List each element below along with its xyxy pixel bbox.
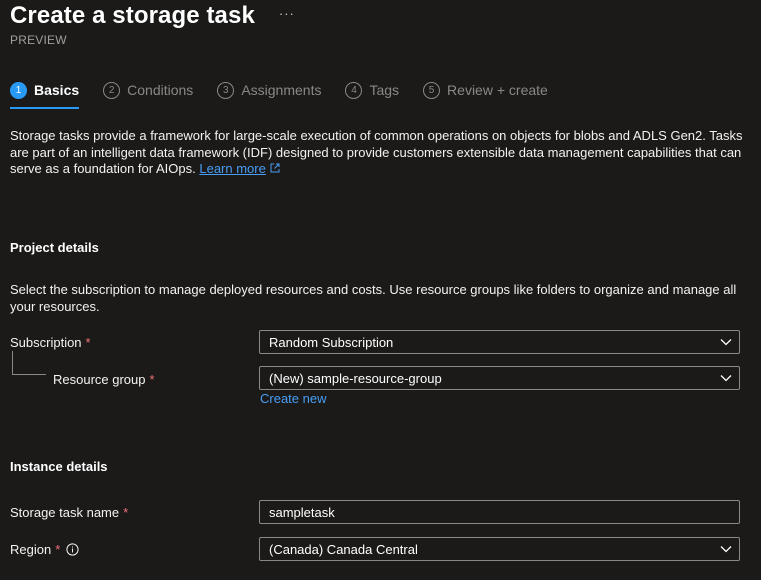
chevron-down-icon <box>720 546 732 553</box>
tree-connector-vertical <box>12 351 13 374</box>
required-asterisk: * <box>149 372 155 387</box>
external-link-icon <box>270 163 280 173</box>
subscription-value: Random Subscription <box>269 334 394 350</box>
more-options-button[interactable]: ··· <box>279 6 295 21</box>
tab-label: Review + create <box>447 82 548 98</box>
region-dropdown[interactable]: (Canada) Canada Central <box>259 537 740 561</box>
step-number-badge: 4 <box>345 81 363 99</box>
subscription-label: Subscription * <box>10 335 91 350</box>
chevron-down-icon <box>720 339 732 346</box>
create-new-resource-group-link[interactable]: Create new <box>260 391 326 406</box>
resource-group-label-text: Resource group <box>53 372 146 387</box>
tab-label: Conditions <box>127 82 194 98</box>
intro-text: Storage tasks provide a framework for la… <box>10 128 743 176</box>
region-label-text: Region <box>10 542 52 557</box>
step-number-badge: 5 <box>423 81 441 99</box>
resource-group-dropdown[interactable]: (New) sample-resource-group <box>259 366 740 390</box>
project-details-heading: Project details <box>10 240 99 255</box>
preview-label: PREVIEW <box>10 33 67 47</box>
region-value: (Canada) Canada Central <box>269 541 418 557</box>
tab-assignments[interactable]: 3 Assignments <box>217 78 321 102</box>
required-asterisk: * <box>85 335 91 350</box>
tab-label: Basics <box>34 82 80 98</box>
step-number-badge: 1 <box>10 81 27 99</box>
required-asterisk: * <box>123 505 129 520</box>
subscription-label-text: Subscription <box>10 335 82 350</box>
instance-details-heading: Instance details <box>10 459 108 474</box>
step-number-badge: 2 <box>103 81 121 99</box>
title-row: Create a storage task ··· <box>10 2 295 30</box>
storage-task-name-label: Storage task name * <box>10 505 128 520</box>
tab-label: Tags <box>369 82 400 98</box>
subscription-dropdown[interactable]: Random Subscription <box>259 330 740 354</box>
tab-conditions[interactable]: 2 Conditions <box>103 78 193 102</box>
required-asterisk: * <box>55 542 61 557</box>
resource-group-value: (New) sample-resource-group <box>269 370 442 386</box>
tab-review-create[interactable]: 5 Review + create <box>423 78 548 102</box>
storage-task-name-value: sampletask <box>269 504 335 520</box>
storage-task-name-input[interactable]: sampletask <box>259 500 740 524</box>
tree-connector-horizontal <box>12 374 46 375</box>
chevron-down-icon <box>720 375 732 382</box>
region-label: Region * <box>10 542 79 557</box>
tab-tags[interactable]: 4 Tags <box>345 78 399 102</box>
tab-basics[interactable]: 1 Basics <box>10 78 80 109</box>
storage-task-name-label-text: Storage task name <box>10 505 120 520</box>
page-title: Create a storage task <box>10 2 255 29</box>
wizard-tabs: 1 Basics 2 Conditions 3 Assignments 4 Ta… <box>10 78 572 109</box>
step-number-badge: 3 <box>217 81 235 99</box>
project-details-description: Select the subscription to manage deploy… <box>10 282 737 314</box>
resource-group-label: Resource group * <box>53 372 155 387</box>
tab-label: Assignments <box>241 82 322 98</box>
learn-more-link[interactable]: Learn more <box>199 161 265 176</box>
intro-description: Storage tasks provide a framework for la… <box>10 128 750 178</box>
info-icon[interactable] <box>66 543 79 556</box>
